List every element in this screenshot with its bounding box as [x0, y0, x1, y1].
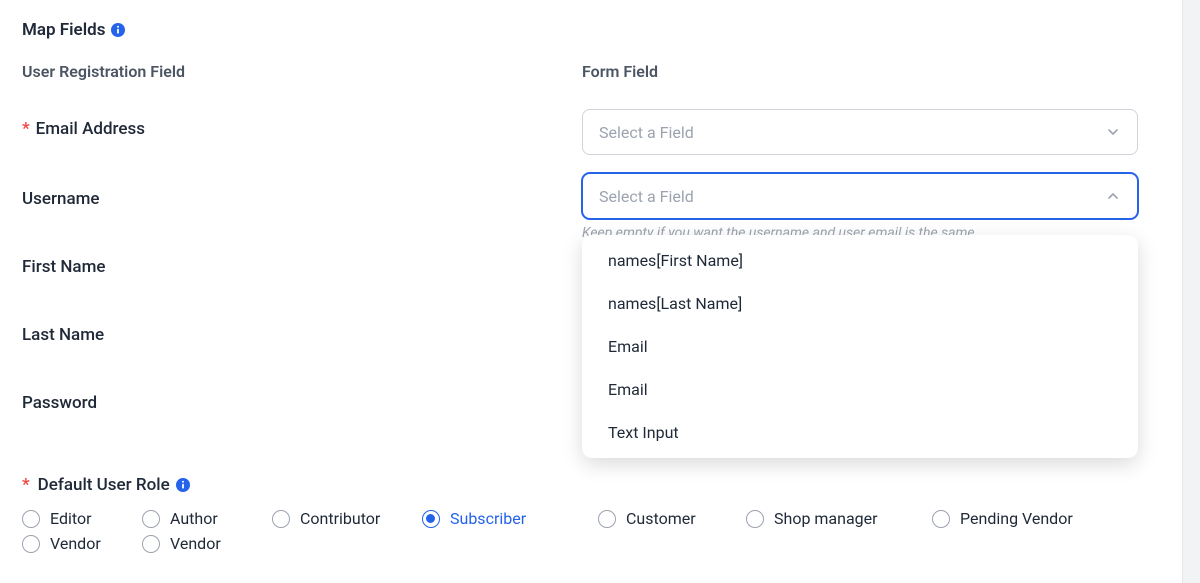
radio-icon: [22, 535, 40, 553]
radio-icon: [746, 510, 764, 528]
dropdown-item[interactable]: names[First Name]: [582, 239, 1138, 282]
field-label-row: First Name: [22, 245, 582, 313]
chevron-up-icon: [1105, 188, 1121, 204]
map-fields-panel: Map Fields User Registration Field * Ema…: [0, 0, 1200, 583]
radio-icon: [598, 510, 616, 528]
field-label-row: Username: [22, 177, 582, 245]
role-radio-subscriber[interactable]: Subscriber: [422, 509, 598, 528]
section-title-row: Map Fields: [22, 20, 1178, 40]
role-section-title: * Default User Role: [22, 475, 1178, 495]
right-column: Form Field Select a Field Select a Field: [582, 62, 1178, 453]
role-radio-customer[interactable]: Customer: [598, 509, 746, 528]
dropdown-item[interactable]: Email: [582, 325, 1138, 368]
field-label-firstname: First Name: [22, 257, 105, 277]
field-label-row: Password: [22, 381, 582, 449]
role-radio-author[interactable]: Author: [142, 509, 272, 528]
field-label-username: Username: [22, 189, 100, 209]
role-radio-vendor[interactable]: Vendor: [22, 534, 142, 553]
required-mark: *: [22, 475, 30, 495]
radio-icon: [142, 510, 160, 528]
columns: User Registration Field * Email Address …: [22, 62, 1178, 453]
scrollbar-track[interactable]: [1182, 0, 1200, 583]
select-row: Select a Field: [582, 109, 1148, 173]
chevron-down-icon: [1105, 124, 1121, 140]
role-radio-contributor[interactable]: Contributor: [272, 509, 422, 528]
radio-icon: [932, 510, 950, 528]
dropdown-item[interactable]: names[Last Name]: [582, 282, 1138, 325]
required-mark: *: [22, 119, 30, 139]
right-block: Select a Field Select a Field Keep: [582, 109, 1148, 453]
dropdown-item[interactable]: Email: [582, 368, 1138, 411]
info-icon[interactable]: [176, 478, 190, 492]
field-label-row: Last Name: [22, 313, 582, 381]
radio-icon: [422, 510, 440, 528]
role-radio-pending-vendor[interactable]: Pending Vendor: [932, 509, 1132, 528]
field-label-row: * Email Address: [22, 109, 582, 177]
select-placeholder: Select a Field: [599, 123, 694, 142]
select-placeholder: Select a Field: [599, 187, 694, 206]
left-column: User Registration Field * Email Address …: [22, 62, 582, 453]
right-column-header: Form Field: [582, 62, 1148, 81]
field-label-email: * Email Address: [22, 119, 145, 139]
role-grid: Editor Author Contributor Subscriber Cus…: [22, 509, 1178, 553]
radio-icon: [22, 510, 40, 528]
section-title: Map Fields: [22, 20, 105, 40]
field-dropdown: names[First Name] names[Last Name] Email…: [582, 235, 1138, 458]
field-label-lastname: Last Name: [22, 325, 104, 345]
role-radio-vendor[interactable]: Vendor: [142, 534, 272, 553]
select-email-field[interactable]: Select a Field: [582, 109, 1138, 155]
select-username-field[interactable]: Select a Field: [582, 173, 1138, 219]
role-radio-shop-manager[interactable]: Shop manager: [746, 509, 932, 528]
info-icon[interactable]: [111, 23, 125, 37]
dropdown-item[interactable]: Text Input: [582, 411, 1138, 454]
left-column-header: User Registration Field: [22, 62, 582, 81]
radio-icon: [272, 510, 290, 528]
role-radio-editor[interactable]: Editor: [22, 509, 142, 528]
radio-icon: [142, 535, 160, 553]
default-user-role-section: * Default User Role Editor Author Contri…: [22, 475, 1178, 553]
field-label-password: Password: [22, 393, 97, 413]
